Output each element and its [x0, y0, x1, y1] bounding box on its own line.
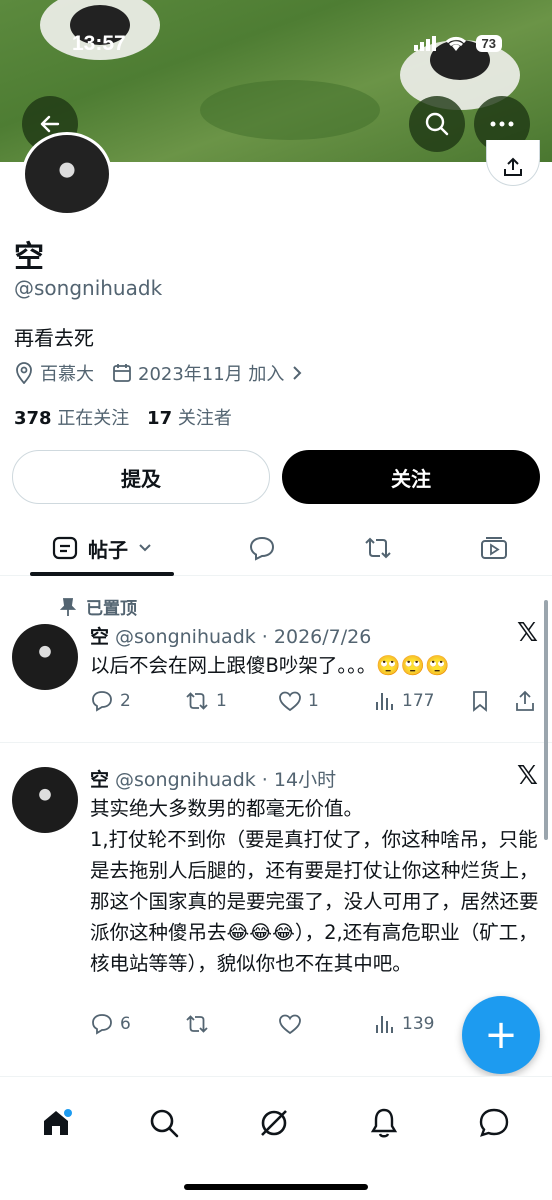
followers-link[interactable]: 17 关注者	[147, 408, 232, 429]
search-button[interactable]	[409, 96, 465, 152]
like-count: 1	[308, 691, 319, 711]
posts-icon	[52, 536, 78, 560]
battery-indicator: 73	[475, 34, 502, 52]
heart-icon	[279, 691, 301, 712]
reply-button[interactable]: 2	[90, 690, 131, 712]
profile-bio: 再看去死	[14, 326, 94, 350]
chevron-right-icon[interactable]	[292, 365, 302, 381]
like-button[interactable]: 1	[278, 690, 319, 712]
tweet-actions: 2 1 1 177	[88, 690, 538, 720]
views-button[interactable]: 177	[374, 690, 434, 712]
bookmark-button[interactable]	[470, 690, 490, 712]
tweet-text: 以后不会在网上跟傻B吵架了。。。🙄🙄🙄	[90, 654, 450, 677]
tab-replies[interactable]	[240, 520, 284, 576]
nav-grok[interactable]	[254, 1103, 294, 1143]
reply-button[interactable]: 6	[90, 1013, 131, 1035]
reply-count: 2	[120, 691, 131, 711]
repost-icon	[365, 537, 391, 559]
share-icon	[504, 157, 522, 176]
following-label: 正在关注	[57, 408, 130, 429]
grok-icon	[261, 1110, 287, 1136]
status-time: 13:57	[72, 32, 126, 55]
reply-icon	[92, 1014, 112, 1035]
tweet-author-name[interactable]: 空	[90, 626, 109, 648]
scrollbar[interactable]	[544, 600, 548, 840]
nav-notifications[interactable]	[364, 1103, 404, 1143]
nav-messages[interactable]	[474, 1103, 514, 1143]
repost-icon	[186, 1015, 208, 1033]
x-logo-icon[interactable]: 𝕏	[517, 618, 538, 648]
share-icon	[516, 690, 534, 711]
tweet-time[interactable]: 2026/7/26	[274, 626, 371, 648]
tweet-header: 空 @songnihuadk · 2026/7/26	[90, 626, 372, 648]
tweet-avatar[interactable]	[12, 624, 78, 690]
tweet-author-handle[interactable]: @songnihuadk	[115, 626, 256, 648]
repost-icon	[186, 692, 208, 710]
share-button[interactable]	[486, 140, 540, 186]
nav-search[interactable]	[144, 1103, 184, 1143]
tweet-author-name[interactable]: 空	[90, 769, 109, 791]
more-icon	[490, 121, 514, 127]
like-button[interactable]	[278, 1013, 308, 1035]
tweet-header: 空 @songnihuadk · 14小时	[90, 769, 337, 791]
pin-icon	[60, 597, 76, 616]
tweet-text: 其实绝大多数男的都毫无价值。 1,打仗轮不到你（要是真打仗了，你这种啥吊，只能是…	[90, 797, 539, 975]
compose-button[interactable]: +	[462, 996, 540, 1074]
followers-label: 关注者	[177, 408, 232, 429]
pinned-indicator: 已置顶	[60, 594, 137, 619]
following-count: 378	[14, 408, 52, 429]
follow-button[interactable]: 关注	[282, 450, 540, 504]
reply-count: 6	[120, 1014, 131, 1034]
bell-icon	[370, 1108, 398, 1138]
tweet-avatar[interactable]	[12, 767, 78, 833]
mention-button[interactable]: 提及	[12, 450, 270, 504]
bottom-nav	[0, 1076, 552, 1200]
repost-button[interactable]: 1	[184, 690, 227, 712]
followers-count: 17	[147, 408, 173, 429]
views-count: 139	[402, 1014, 435, 1034]
wifi-icon	[445, 36, 466, 51]
profile-handle: @songnihuadk	[14, 276, 163, 300]
following-link[interactable]: 378 正在关注	[14, 408, 129, 429]
views-count: 177	[402, 691, 435, 711]
tweet-item[interactable]: 已置顶 空 @songnihuadk · 2026/7/26 𝕏 以后不会在网上跟…	[0, 576, 552, 742]
profile-tabs: 帖子	[0, 520, 552, 576]
tweet-time[interactable]: 14小时	[274, 769, 336, 791]
tab-posts-label: 帖子	[88, 537, 128, 562]
search-icon	[425, 112, 449, 136]
messages-icon	[479, 1108, 509, 1137]
tab-media[interactable]	[472, 520, 516, 576]
tab-posts[interactable]: 帖子	[30, 520, 174, 576]
signal-icon	[413, 36, 436, 51]
profile-joined: 2023年11月 加入	[138, 364, 285, 385]
status-icons: 73	[413, 34, 502, 52]
calendar-icon	[112, 363, 132, 383]
chevron-down-icon	[139, 544, 151, 552]
media-icon	[481, 537, 507, 559]
location-icon	[14, 362, 34, 384]
reply-icon	[249, 536, 275, 561]
profile-meta: 百慕大 2023年11月 加入	[14, 360, 302, 386]
follow-stats: 378 正在关注 17 关注者	[14, 404, 232, 430]
x-logo-icon[interactable]: 𝕏	[517, 761, 538, 791]
views-icon	[376, 1016, 393, 1033]
search-icon	[150, 1109, 179, 1138]
repost-count: 1	[216, 691, 227, 711]
pinned-label: 已置顶	[86, 599, 137, 619]
share-tweet-button[interactable]	[514, 690, 536, 712]
views-icon	[376, 693, 393, 710]
repost-button[interactable]	[184, 1013, 216, 1035]
profile-location: 百慕大	[40, 364, 94, 385]
heart-icon	[279, 1014, 301, 1035]
nav-home[interactable]	[36, 1103, 76, 1143]
reply-icon	[92, 691, 112, 712]
tweet-author-handle[interactable]: @songnihuadk	[115, 769, 256, 791]
profile-avatar[interactable]	[22, 132, 112, 216]
home-icon	[44, 1109, 72, 1135]
views-button[interactable]: 139	[374, 1013, 434, 1035]
profile-name: 空	[14, 240, 44, 275]
bookmark-icon	[473, 691, 487, 712]
home-indicator	[184, 1184, 368, 1190]
tab-reposts[interactable]	[356, 520, 400, 576]
